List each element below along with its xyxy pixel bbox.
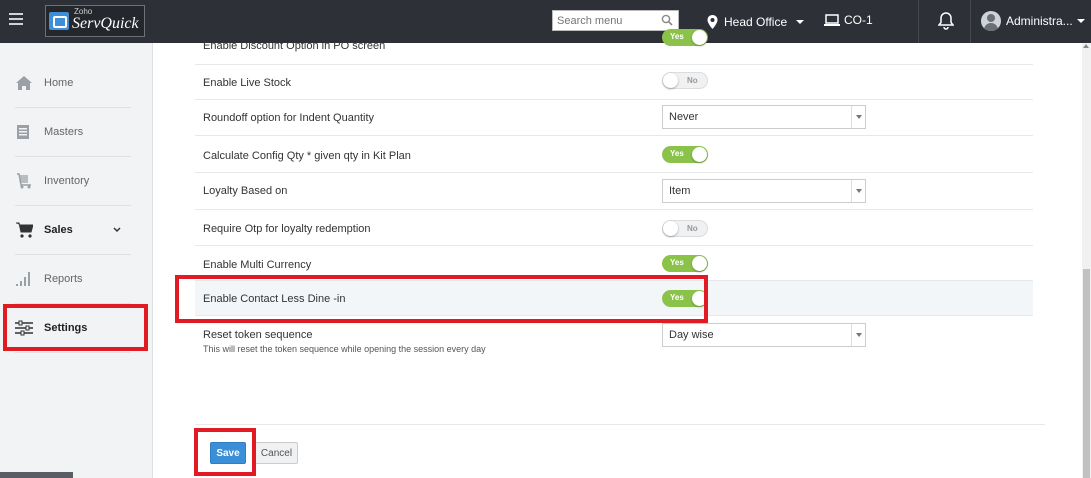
sidebar-item-inventory[interactable]: Inventory (15, 157, 131, 206)
location-label: Head Office (724, 15, 788, 29)
scroll-up-icon[interactable] (1083, 44, 1089, 48)
brand-logo[interactable]: Zoho ServQuick (45, 5, 145, 37)
toggle-text: Yes (670, 258, 684, 267)
counter-label: CO-1 (844, 13, 873, 27)
sidebar-item-label: Sales (44, 224, 73, 236)
toggle-text: Yes (670, 32, 684, 41)
dropdown-arrow-icon (851, 106, 865, 128)
settings-panel: Enable Discount Option in PO screen Yes … (154, 29, 1091, 478)
toggle-text: No (687, 76, 698, 85)
chevron-down-icon (1076, 19, 1085, 23)
toggle-knob (692, 256, 707, 271)
bar-chart-icon (16, 272, 30, 286)
scrollbar[interactable] (1082, 43, 1091, 478)
search-input[interactable] (553, 11, 653, 30)
location-selector[interactable]: Head Office (707, 13, 805, 31)
setting-label: Roundoff option for Indent Quantity (203, 112, 375, 124)
settings-row: Enable Discount Option in PO screen Yes (195, 29, 1033, 65)
toggle-knob (692, 147, 707, 162)
setting-label: Loyalty Based on (203, 185, 288, 197)
highlight-box-settings (3, 304, 148, 351)
sidebar-item-masters[interactable]: Masters (15, 108, 131, 157)
search-icon[interactable] (661, 14, 673, 26)
setting-label: Enable Multi Currency (203, 259, 312, 271)
select-value: Item (669, 185, 691, 197)
home-icon (16, 76, 32, 90)
scroll-thumb[interactable] (1083, 269, 1090, 478)
dropdown-arrow-icon (851, 324, 865, 346)
highlight-box-save-button (194, 428, 256, 476)
sidebar-item-label: Masters (44, 126, 84, 138)
select-value: Day wise (669, 329, 714, 341)
toggle-knob (692, 30, 707, 45)
counter-selector[interactable]: CO-1 (824, 13, 873, 27)
sidebar-item-reports[interactable]: Reports (15, 255, 131, 304)
toggle-switch[interactable]: Yes (662, 29, 708, 46)
sidebar-item-sales[interactable]: Sales (15, 206, 131, 255)
settings-row: Reset token sequence This will reset the… (195, 316, 1033, 366)
setting-label: Require Otp for loyalty redemption (203, 223, 371, 235)
dropdown-arrow-icon (851, 180, 865, 202)
cancel-button[interactable]: Cancel (255, 442, 298, 464)
sidebar-footer-bar (0, 472, 73, 478)
toggle-switch[interactable]: Yes (662, 255, 708, 272)
servquick-logo-icon (49, 12, 69, 30)
token-sequence-select[interactable]: Day wise (662, 323, 866, 347)
footer-divider (195, 424, 1045, 425)
setting-label: Calculate Config Qty * given qty in Kit … (203, 150, 411, 162)
toggle-text: Yes (670, 149, 684, 158)
sidebar-item-label: Reports (44, 273, 83, 285)
loyalty-select[interactable]: Item (662, 179, 866, 203)
brand-name: ServQuick (72, 15, 139, 32)
toggle-knob (663, 73, 678, 88)
toggle-switch[interactable]: No (662, 220, 708, 237)
toggle-switch[interactable]: Yes (662, 146, 708, 163)
toggle-switch[interactable]: No (662, 72, 708, 89)
sidebar-item-label: Inventory (44, 175, 90, 187)
bell-icon[interactable] (938, 12, 954, 30)
user-menu[interactable]: Administra... (981, 11, 1085, 31)
search-box[interactable] (552, 10, 679, 31)
highlight-box-contactless-row (175, 275, 708, 323)
settings-row: Require Otp for loyalty redemption No (195, 210, 1033, 246)
masters-icon (17, 125, 29, 139)
select-value: Never (669, 111, 699, 123)
toggle-text: No (687, 224, 698, 233)
avatar (981, 11, 1001, 31)
setting-label: Enable Discount Option in PO screen (203, 40, 386, 52)
settings-row: Calculate Config Qty * given qty in Kit … (195, 136, 1033, 173)
map-pin-icon (707, 15, 718, 29)
user-name: Administra... (1006, 14, 1073, 28)
computer-icon (824, 13, 840, 26)
cart-icon (16, 222, 33, 238)
sidebar: Home Masters Inventory Sales Reports Set… (0, 43, 153, 478)
chevron-down-icon (796, 20, 805, 24)
sidebar-item-label: Home (44, 77, 74, 89)
hamburger-menu-icon[interactable] (9, 13, 23, 25)
settings-row: Loyalty Based on Item (195, 173, 1033, 210)
setting-label: Reset token sequence (203, 329, 313, 341)
sidebar-item-home[interactable]: Home (15, 59, 131, 108)
toggle-knob (663, 221, 678, 236)
setting-label: Enable Live Stock (203, 77, 292, 89)
roundoff-select[interactable]: Never (662, 105, 866, 129)
inventory-icon (17, 173, 31, 189)
setting-description: This will reset the token sequence while… (203, 344, 486, 354)
settings-row: Enable Live Stock No (195, 65, 1033, 100)
chevron-down-icon[interactable] (113, 226, 121, 234)
settings-row: Roundoff option for Indent Quantity Neve… (195, 100, 1033, 136)
